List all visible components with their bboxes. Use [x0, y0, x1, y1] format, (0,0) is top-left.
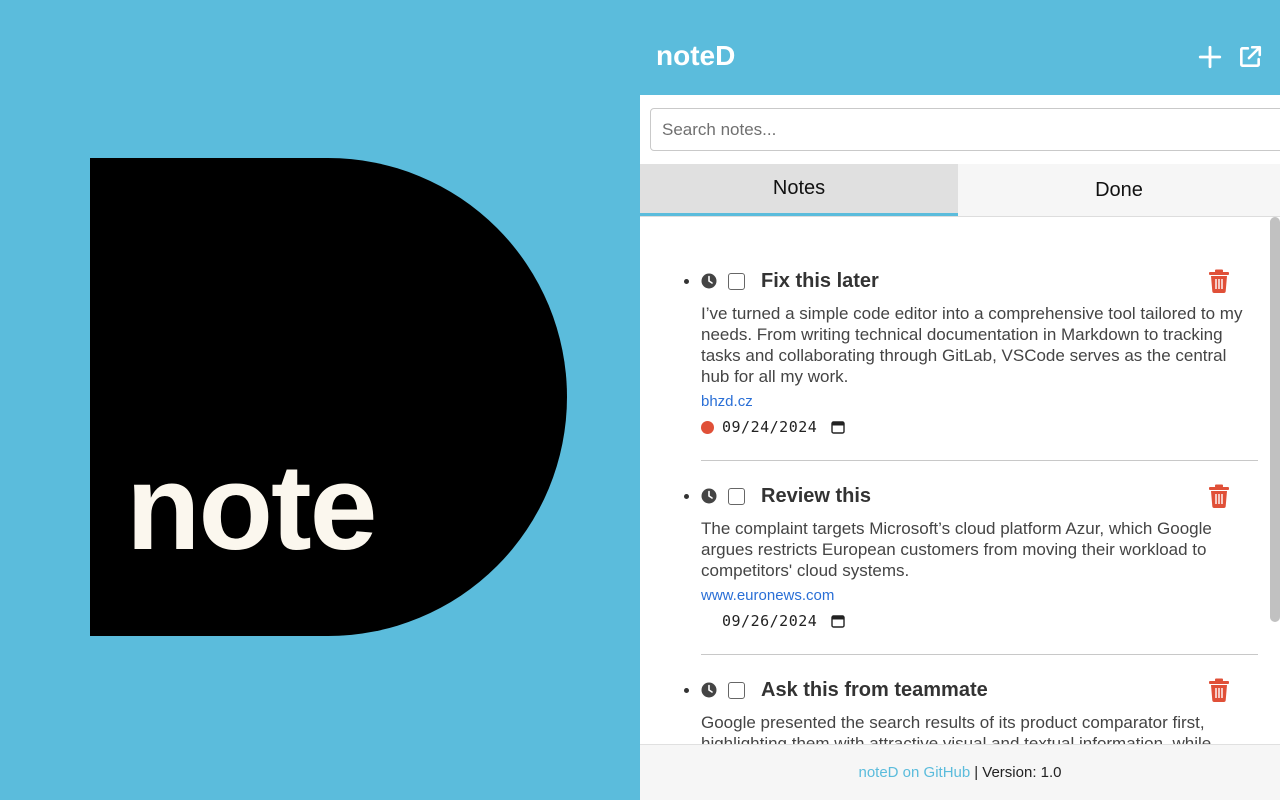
note-text: I’ve turned a simple code editor into a … — [701, 304, 1243, 386]
extension-popup: noteD Notes Done — [640, 0, 1280, 800]
notes-list[interactable]: Fix this later I’ve turned a simple code… — [640, 217, 1280, 744]
plus-icon[interactable] — [1197, 44, 1223, 70]
popup-body: Notes Done Fix this later — [640, 95, 1280, 800]
note-text: The complaint targets Microsoft’s cloud … — [701, 519, 1212, 580]
clock-icon[interactable] — [701, 273, 717, 289]
status-dot — [701, 615, 714, 628]
search-input[interactable] — [650, 108, 1280, 151]
note-link[interactable]: www.euronews.com — [701, 587, 834, 604]
note-header: Review this — [701, 482, 871, 510]
note-date[interactable]: 09/26/2024 — [701, 611, 846, 631]
search-bar — [640, 95, 1280, 164]
clock-icon[interactable] — [701, 488, 717, 504]
date-value[interactable]: 09/26/2024 — [722, 612, 817, 630]
divider — [701, 654, 1258, 655]
bullet — [684, 279, 689, 284]
logo-text: note — [126, 439, 378, 575]
note-title: Ask this from teammate — [761, 678, 988, 701]
note-item: Ask this from teammate Google presented … — [684, 676, 1258, 744]
footer: noteD on GitHub | Version: 1.0 — [640, 744, 1280, 800]
bullet — [684, 494, 689, 499]
done-checkbox[interactable] — [728, 681, 745, 699]
date-value[interactable]: 09/24/2024 — [722, 418, 817, 436]
trash-icon[interactable] — [1208, 269, 1230, 293]
calendar-icon[interactable] — [831, 420, 846, 434]
note-item: Review this The complaint targets Micros… — [684, 482, 1258, 677]
done-checkbox[interactable] — [728, 487, 745, 505]
scrollbar[interactable] — [1270, 217, 1280, 622]
tab-notes[interactable]: Notes — [640, 164, 958, 216]
note-title: Review this — [761, 484, 872, 507]
note-item: Fix this later I’ve turned a simple code… — [684, 267, 1258, 462]
note-text: Google presented the search results of i… — [701, 713, 1212, 744]
overdue-dot — [701, 420, 714, 434]
divider — [701, 460, 1258, 461]
note-date[interactable]: 09/24/2024 — [701, 417, 846, 437]
note-header: Ask this from teammate — [701, 676, 988, 704]
note-link[interactable]: bhzd.cz — [701, 393, 753, 410]
bullet — [684, 688, 689, 693]
external-link-icon[interactable] — [1237, 44, 1263, 70]
note-header: Fix this later — [701, 267, 879, 295]
trash-icon[interactable] — [1208, 484, 1230, 508]
calendar-icon[interactable] — [831, 614, 846, 628]
version-text: | Version: 1.0 — [974, 764, 1062, 781]
tab-done[interactable]: Done — [958, 164, 1280, 216]
note-title: Fix this later — [761, 269, 879, 292]
done-checkbox[interactable] — [728, 272, 745, 290]
github-link[interactable]: noteD on GitHub — [858, 764, 970, 781]
clock-icon[interactable] — [701, 682, 717, 698]
noted-logo: note — [90, 158, 567, 636]
tab-bar: Notes Done — [640, 164, 1280, 217]
app-title: noteD — [656, 40, 736, 71]
trash-icon[interactable] — [1208, 678, 1230, 702]
header: noteD — [640, 0, 1280, 95]
